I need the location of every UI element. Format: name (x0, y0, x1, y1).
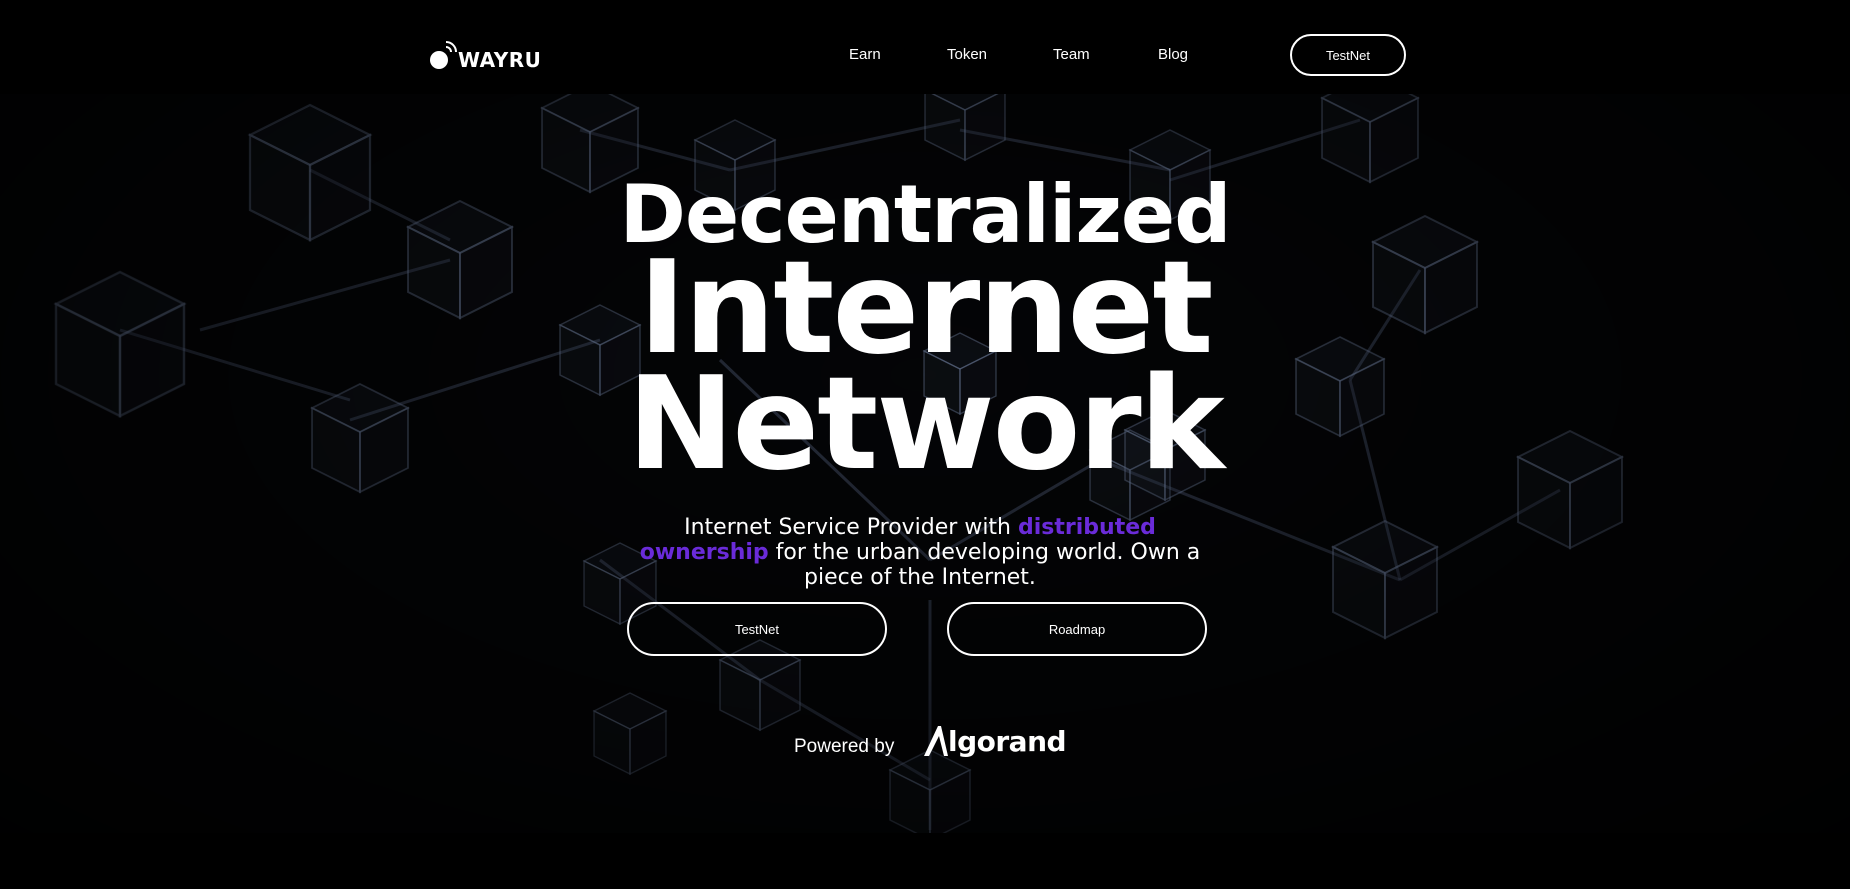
algorand-logo[interactable]: lgorand (922, 724, 1067, 758)
wayru-logo[interactable]: WAYRU (430, 40, 541, 72)
headline-line-3: Network (627, 350, 1225, 499)
hero-subtitle: Internet Service Provider with distribut… (620, 515, 1220, 590)
subtitle-text-after: for the urban developing world. Own a pi… (768, 540, 1201, 590)
nav-earn[interactable]: Earn (849, 46, 881, 63)
subtitle-text-before: Internet Service Provider with (684, 515, 1018, 540)
roadmap-button[interactable]: Roadmap (947, 602, 1207, 656)
nav-blog[interactable]: Blog (1158, 46, 1188, 63)
powered-by-label: Powered by (794, 736, 895, 757)
top-navigation-bar: WAYRU Earn Token Team Blog TestNet (0, 0, 1850, 94)
algorand-wordmark: lgorand (948, 724, 1067, 758)
page-bottom-strip (0, 833, 1850, 889)
brand-name: WAYRU (458, 48, 542, 72)
nav-team[interactable]: Team (1053, 46, 1090, 63)
testnet-button[interactable]: TestNet (627, 602, 887, 656)
nav-testnet-button[interactable]: TestNet (1290, 34, 1406, 76)
algorand-a-mark-icon (924, 726, 948, 756)
nav-token[interactable]: Token (947, 46, 987, 63)
